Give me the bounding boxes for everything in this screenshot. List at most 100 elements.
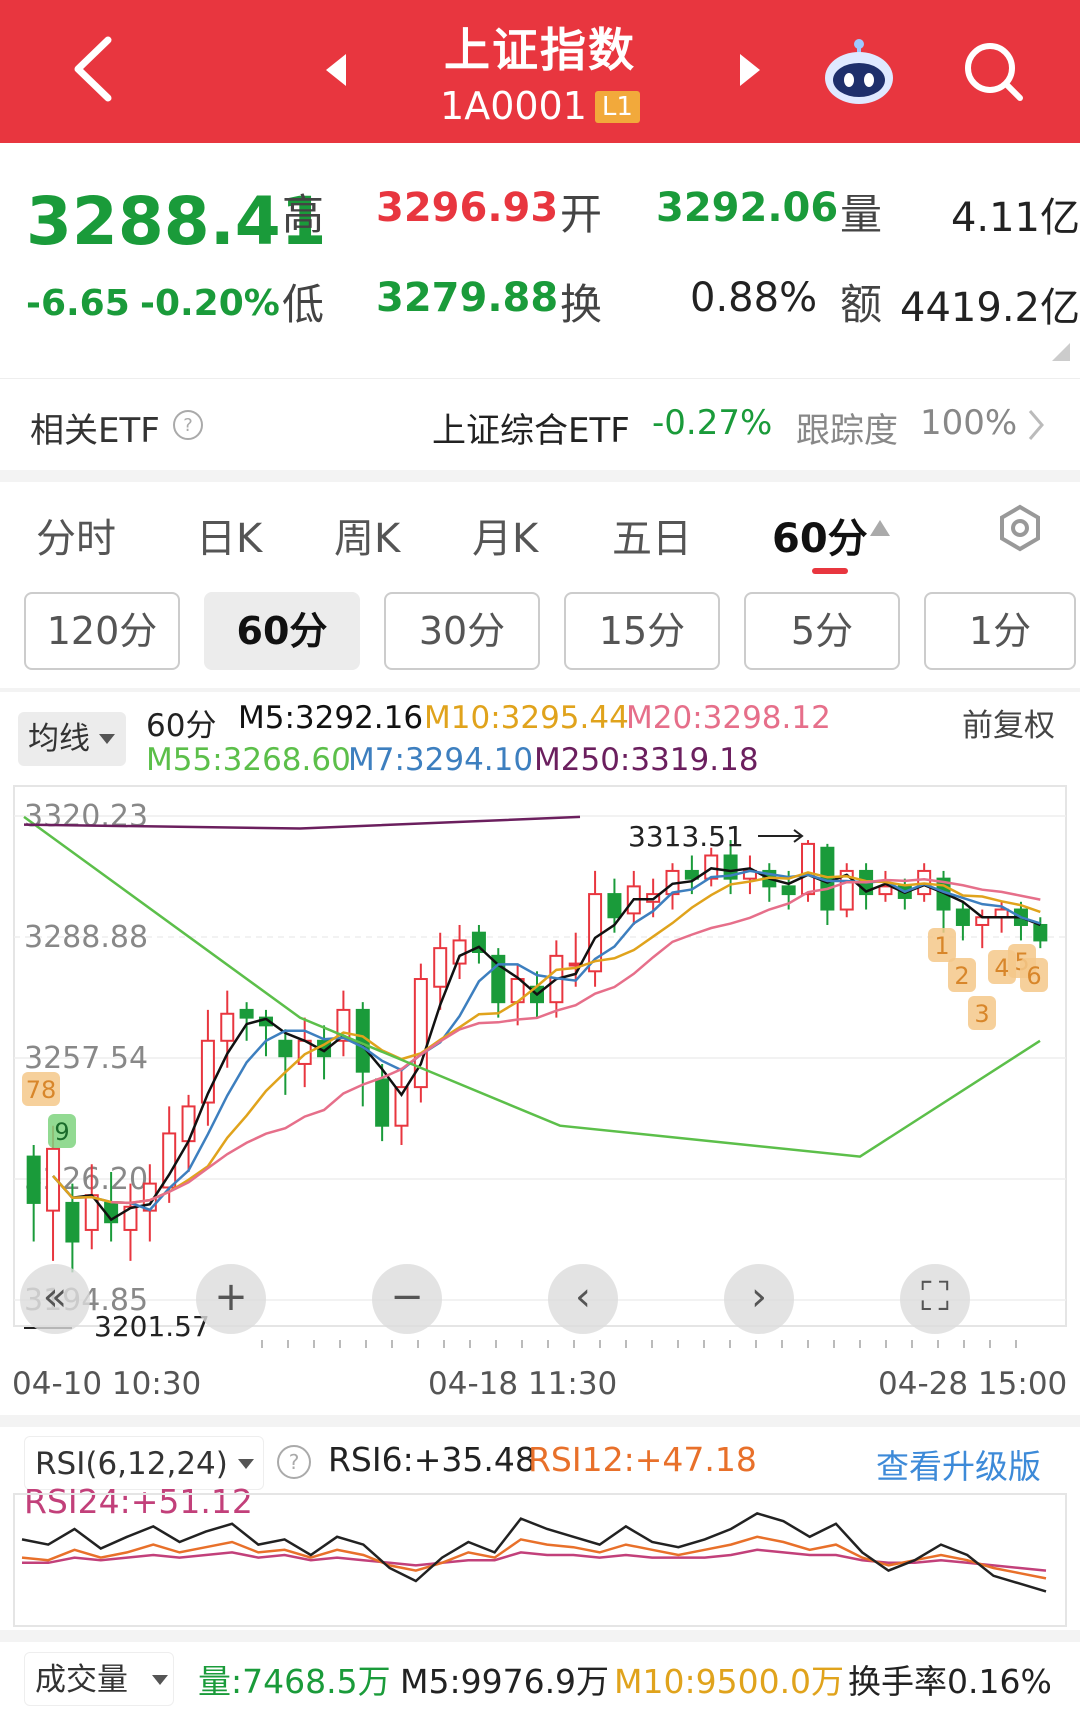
divider — [0, 470, 1080, 482]
rsi12-value: RSI12:+47.18 — [528, 1440, 757, 1479]
chevron-left-icon: ‹ — [575, 1274, 591, 1320]
turnover-label: 换 — [560, 280, 603, 329]
candle-body — [26, 1155, 41, 1204]
etf-change: -0.27% — [652, 403, 773, 443]
fullscreen-button[interactable]: ⛶ — [900, 1264, 970, 1334]
stock-code: 1A0001 L1 — [0, 84, 1080, 128]
stock-code-text: 1A0001 — [440, 84, 587, 128]
page-title: 上证指数 — [444, 23, 636, 77]
tab-weekly-k[interactable]: 周K — [334, 506, 400, 564]
signal-badge-label: 2 — [954, 962, 969, 990]
quote-panel: 3288.41 -6.65 -0.20% 高 3296.93 低 3279.88… — [0, 143, 1080, 375]
volume-dropdown[interactable]: 成交量 — [24, 1652, 174, 1706]
volume-value: 4.11亿 — [950, 195, 1080, 241]
caret-up-icon — [870, 520, 890, 536]
zoom-out-button[interactable]: − — [372, 1264, 442, 1334]
ma-dropdown-label: 均线 — [28, 721, 90, 757]
pill-5min[interactable]: 5分 — [744, 592, 900, 670]
zoom-in-button[interactable]: + — [196, 1264, 266, 1334]
candle-body — [65, 1201, 80, 1243]
pill-15min[interactable]: 15分 — [564, 592, 720, 670]
rsi-dropdown-label: RSI(6,12,24) — [35, 1446, 228, 1482]
candle-body — [1033, 923, 1048, 942]
rsi-chart[interactable] — [0, 1490, 1080, 1630]
double-chevron-left-icon: « — [42, 1274, 68, 1320]
tab-monthly-k[interactable]: 月K — [472, 506, 538, 564]
price-change-pct: -0.20% — [140, 283, 280, 324]
tracking-label: 跟踪度 — [796, 411, 898, 451]
next-stock-icon[interactable] — [728, 50, 768, 90]
divider — [0, 688, 1080, 692]
turnover-value: 0.88% — [690, 275, 818, 321]
signal-badge-label: 9 — [54, 1118, 69, 1146]
volume-m10: M10:9500.0万 — [614, 1662, 845, 1701]
chevron-right-icon: › — [751, 1274, 767, 1320]
y-tick-label: 3226.20 — [24, 1162, 148, 1197]
ma5-value: M5:3292.16 — [238, 700, 424, 736]
rsi6-value: RSI6:+35.48 — [328, 1440, 536, 1479]
candle-body — [375, 1078, 390, 1127]
volume-m5: M5:9976.9万 — [400, 1662, 610, 1701]
signal-badge-label: 78 — [26, 1076, 57, 1104]
rsi-help-icon[interactable]: ? — [276, 1444, 312, 1480]
x-tick-mid: 04-18 11:30 — [428, 1366, 618, 1402]
adjust-mode[interactable]: 前复权 — [962, 700, 1055, 745]
scroll-start-button[interactable]: « — [20, 1264, 90, 1334]
high-label: 高 — [282, 190, 325, 239]
pan-left-button[interactable]: ‹ — [548, 1264, 618, 1334]
ma-line-m20 — [111, 877, 1041, 1205]
minus-icon: − — [390, 1274, 424, 1320]
svg-text:?: ? — [183, 415, 193, 436]
pan-right-button[interactable]: › — [724, 1264, 794, 1334]
pill-30min[interactable]: 30分 — [384, 592, 540, 670]
rsi24-line — [22, 1548, 1047, 1572]
fullscreen-icon: ⛶ — [921, 1274, 949, 1320]
settings-icon[interactable] — [996, 504, 1044, 552]
divider — [0, 1630, 1080, 1642]
caret-down-icon — [238, 1459, 254, 1469]
volume-turnover: 换手率0.16% — [848, 1662, 1052, 1701]
ma-line-m10 — [52, 871, 1041, 1205]
expand-corner-icon[interactable] — [1052, 343, 1070, 361]
caret-down-icon — [99, 734, 115, 744]
app-header: 上证指数 1A0001 L1 — [0, 0, 1080, 143]
amount-value: 4419.2亿 — [900, 285, 1080, 331]
level-badge: L1 — [594, 91, 640, 123]
pill-1min[interactable]: 1分 — [924, 592, 1076, 670]
y-tick-label: 3320.23 — [24, 799, 148, 834]
y-tick-label: 3257.54 — [24, 1041, 148, 1076]
ma-dropdown[interactable]: 均线 — [18, 712, 126, 766]
candle-body — [239, 1008, 254, 1019]
ma7-value: M7:3294.10 — [348, 742, 534, 778]
etf-name: 上证综合ETF — [432, 411, 630, 451]
y-tick-label: 3288.88 — [24, 920, 148, 955]
chevron-right-icon — [1028, 410, 1044, 440]
open-value: 3292.06 — [656, 185, 839, 231]
help-icon[interactable]: ? — [172, 409, 204, 441]
tab-60min[interactable]: 60分 — [772, 506, 868, 564]
candle-body — [220, 1012, 235, 1042]
tab-intraday[interactable]: 分时 — [36, 506, 116, 564]
tab-daily-k[interactable]: 日K — [196, 506, 262, 564]
max-price-label: 3313.51 — [628, 820, 744, 853]
pill-120min[interactable]: 120分 — [24, 592, 180, 670]
divider — [0, 1415, 1080, 1427]
x-tick-end: 04-28 15:00 — [878, 1366, 1068, 1402]
pill-60min[interactable]: 60分 — [204, 592, 360, 670]
search-icon[interactable] — [960, 38, 1026, 104]
ma250-value: M250:3319.18 — [534, 742, 759, 778]
related-etf-row[interactable]: 相关ETF ? 上证综合ETF -0.27% 跟踪度 100% — [0, 378, 1080, 470]
candle-body — [433, 947, 448, 988]
svg-text:?: ? — [289, 1450, 300, 1474]
tab-five-day[interactable]: 五日 — [612, 506, 692, 564]
volume-dropdown-label: 成交量 — [35, 1662, 128, 1698]
min-price-label: 3201.57 — [94, 1310, 210, 1343]
robot-assistant-icon[interactable] — [820, 36, 898, 106]
open-label: 开 — [560, 190, 603, 239]
upgrade-link[interactable]: 查看升级版 — [876, 1440, 1041, 1488]
ma55-value: M55:3268.60 — [146, 742, 351, 778]
volume-current: 量:7468.5万 — [198, 1662, 391, 1701]
active-tab-indicator — [812, 568, 848, 574]
signal-badge-label: 6 — [1026, 962, 1041, 990]
candle-body — [491, 954, 506, 1004]
